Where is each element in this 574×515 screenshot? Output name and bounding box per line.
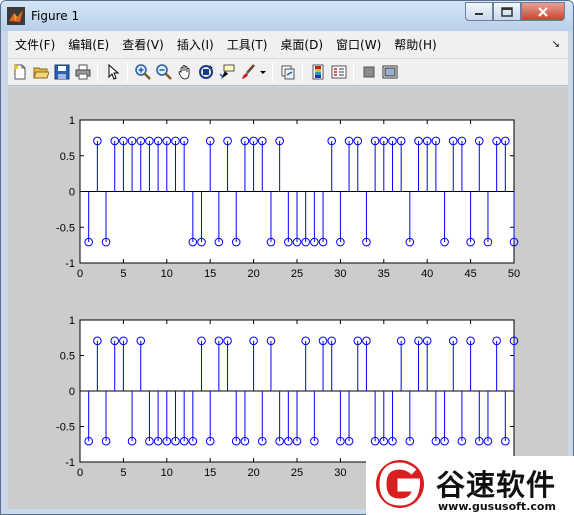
toolbar-separator xyxy=(353,62,354,82)
y-tick-label: 0.5 xyxy=(60,351,75,363)
y-tick-label: 1 xyxy=(69,115,75,127)
matlab-logo-icon xyxy=(7,7,25,25)
menu-edit[interactable]: 编辑(E) xyxy=(61,35,115,55)
insert-colorbar-button[interactable] xyxy=(308,62,327,82)
watermark-url: www.gususoft.com xyxy=(438,500,556,513)
y-tick-label: -1 xyxy=(65,258,75,270)
zoom-in-icon xyxy=(134,64,151,80)
brush-icon xyxy=(241,64,255,79)
figure-window: Figure 1 文件(F) 编辑(E) 查看(V) 插入(I) 工具(T) 桌… xyxy=(0,0,574,515)
x-tick-label: 45 xyxy=(464,268,476,280)
pan-hand-icon xyxy=(178,65,189,80)
new-figure-button[interactable] xyxy=(10,62,29,82)
save-button[interactable] xyxy=(52,62,71,82)
x-tick-label: 0 xyxy=(77,467,83,479)
y-tick-label: 1 xyxy=(69,315,75,327)
data-cursor-button[interactable] xyxy=(217,62,236,82)
link-plot-icon xyxy=(281,65,294,80)
maximize-button[interactable] xyxy=(493,2,521,21)
y-tick-label: -0.5 xyxy=(56,222,75,234)
toolbar-separator xyxy=(272,62,273,82)
x-tick-label: 10 xyxy=(161,268,173,280)
x-tick-label: 40 xyxy=(421,268,433,280)
x-tick-label: 30 xyxy=(334,268,346,280)
show-plot-tools-icon xyxy=(382,65,397,79)
y-tick-label: -1 xyxy=(65,457,75,469)
menu-help[interactable]: 帮助(H) xyxy=(387,35,442,55)
y-tick-label: 0 xyxy=(69,187,75,199)
zoom-out-icon xyxy=(155,64,172,80)
toolbar-separator xyxy=(127,62,128,82)
minimize-button[interactable] xyxy=(465,2,493,21)
rotate-3d-icon xyxy=(198,65,213,79)
close-button[interactable] xyxy=(521,2,565,21)
figure-toolbar xyxy=(8,59,568,86)
gusu-logo-icon xyxy=(376,460,424,508)
insert-legend-button[interactable] xyxy=(329,62,348,82)
close-icon xyxy=(538,6,548,17)
zoom-in-button[interactable] xyxy=(133,62,152,82)
x-tick-label: 15 xyxy=(204,467,216,479)
zoom-out-button[interactable] xyxy=(154,62,173,82)
y-tick-label: -0.5 xyxy=(56,422,75,434)
window-title: Figure 1 xyxy=(31,9,80,23)
menu-file[interactable]: 文件(F) xyxy=(8,35,61,55)
axes-2: 05101520253035404550-1-0.500.51 xyxy=(56,315,520,479)
title-bar[interactable]: Figure 1 xyxy=(1,1,573,31)
data-cursor-icon xyxy=(218,64,234,79)
toolbar-separator xyxy=(302,62,303,82)
x-tick-label: 0 xyxy=(77,268,83,280)
hide-plot-tools-icon xyxy=(363,66,374,78)
x-tick-label: 35 xyxy=(378,268,390,280)
save-icon xyxy=(54,64,69,80)
menu-dock-arrow-icon[interactable]: ↘ xyxy=(552,39,560,50)
edit-plot-button[interactable] xyxy=(103,62,122,82)
edit-plot-arrow-icon xyxy=(108,64,119,80)
pan-button[interactable] xyxy=(175,62,194,82)
toolbar-separator xyxy=(97,62,98,82)
new-figure-icon xyxy=(13,64,25,80)
print-button[interactable] xyxy=(73,62,92,82)
x-tick-label: 20 xyxy=(247,268,259,280)
x-tick-label: 5 xyxy=(120,268,126,280)
menu-insert[interactable]: 插入(I) xyxy=(170,35,220,55)
open-file-button[interactable] xyxy=(31,62,50,82)
menu-tools[interactable]: 工具(T) xyxy=(220,35,274,55)
x-tick-label: 25 xyxy=(291,467,303,479)
rotate-3d-button[interactable] xyxy=(196,62,215,82)
brush-button[interactable] xyxy=(238,62,257,82)
menu-bar: 文件(F) 编辑(E) 查看(V) 插入(I) 工具(T) 桌面(D) 窗口(W… xyxy=(8,31,568,59)
axes-1: 0 5 10 15 20 25 30 35 40 45 50 -1 -0.5 0 0.5 1 xyxy=(56,115,520,280)
menu-window[interactable]: 窗口(W) xyxy=(329,35,387,55)
print-icon xyxy=(75,64,90,80)
x-tick-label: 5 xyxy=(120,467,126,479)
y-tick-label: 0.5 xyxy=(60,151,75,163)
x-tick-label: 25 xyxy=(291,268,303,280)
x-tick-label: 10 xyxy=(161,467,173,479)
open-file-icon xyxy=(32,67,49,79)
legend-icon xyxy=(331,65,346,79)
x-tick-label: 30 xyxy=(334,467,346,479)
figure-plots: 0 5 10 15 20 25 30 35 40 45 50-1-0.500.510 5 10 15 20 2… xyxy=(56,115,520,479)
menu-desktop[interactable]: 桌面(D) xyxy=(273,35,329,55)
x-tick-label: 15 xyxy=(204,268,216,280)
y-tick-label: 0 xyxy=(69,386,75,398)
chevron-down-icon xyxy=(260,71,266,74)
x-tick-label: 20 xyxy=(247,467,259,479)
brush-dropdown-button[interactable] xyxy=(259,62,267,82)
link-plot-button[interactable] xyxy=(278,62,297,82)
menu-view[interactable]: 查看(V) xyxy=(115,35,170,55)
colorbar-icon xyxy=(312,64,323,80)
show-plot-tools-button[interactable] xyxy=(380,62,399,82)
watermark: 谷速软件 www.gususoft.com xyxy=(366,456,574,515)
maximize-icon xyxy=(501,6,513,17)
figure-canvas[interactable]: 0 5 10 15 20 25 30 35 40 45 50 -1 -0.5 0 0.5 1 0 5 10 15 20 2… xyxy=(8,87,568,509)
watermark-name: 谷速软件 xyxy=(436,468,557,502)
hide-plot-tools-button[interactable] xyxy=(359,62,378,82)
x-tick-label: 50 xyxy=(508,268,520,280)
minimize-icon xyxy=(475,12,483,15)
